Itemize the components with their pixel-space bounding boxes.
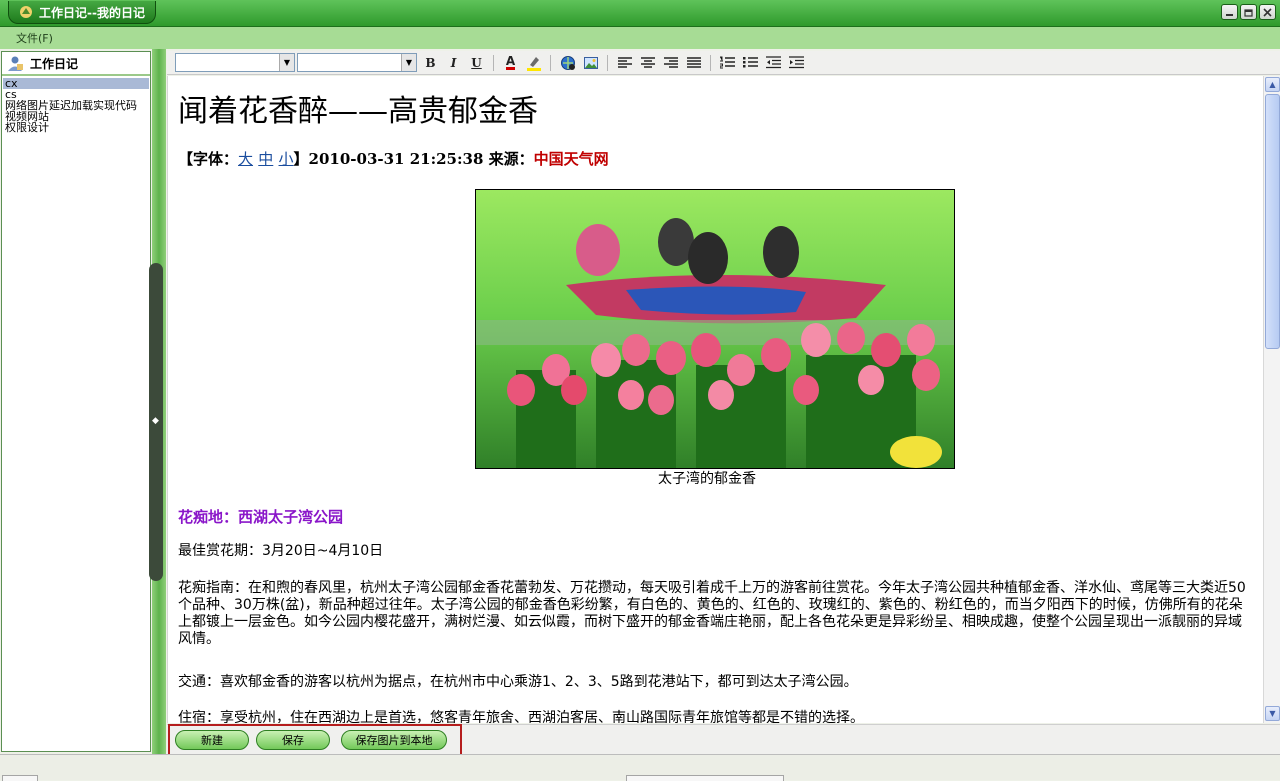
format-toolbar: ▼ ▼ B I U A — [167, 51, 1280, 75]
photo-caption: 太子湾的郁金香 — [658, 471, 756, 487]
action-bar: 新建 保存 保存图片到本地 — [167, 724, 1280, 756]
status-field-left — [2, 775, 38, 781]
indent-button[interactable] — [785, 53, 808, 73]
font-color-icon: A — [505, 54, 516, 70]
article-title: 闻着花香醉——高贵郁金香 — [178, 94, 538, 129]
indent-icon — [789, 56, 804, 69]
unordered-list-button[interactable] — [739, 53, 762, 73]
tree-item-cx[interactable]: cx — [3, 78, 149, 89]
rich-text-editor[interactable]: 闻着花香醉——高贵郁金香 【字体：大 中 小】2010-03-31 21:25:… — [167, 76, 1263, 723]
section-heading: 花痴地：西湖太子湾公园 — [178, 508, 344, 526]
panel-tab-diary[interactable]: 工作日记 — [2, 52, 150, 76]
tulip-photo — [475, 189, 955, 469]
tree-item-lazy-load[interactable]: 网络图片延迟加载实现代码 — [3, 100, 149, 111]
toolbar-separator — [607, 54, 608, 71]
toolbar-separator — [493, 54, 494, 71]
unordered-list-icon — [743, 57, 758, 68]
highlight-button[interactable] — [522, 53, 545, 73]
align-right-button[interactable] — [659, 53, 682, 73]
align-right-icon — [663, 56, 678, 68]
window-title: 工作日记--我的日记 — [39, 5, 145, 20]
font-size-small-link[interactable]: 小 — [279, 150, 294, 168]
chevron-down-icon[interactable]: ▼ — [279, 54, 294, 71]
meta-date: 】2010-03-31 21:25:38 来源： — [293, 150, 534, 168]
justify-icon — [686, 56, 701, 68]
link-icon — [560, 55, 575, 70]
image-icon — [583, 56, 598, 69]
title-bar: 工作日记--我的日记 — [0, 0, 1280, 27]
insert-image-button[interactable] — [579, 53, 602, 73]
link-button[interactable] — [556, 53, 579, 73]
font-size-medium-link[interactable]: 中 — [258, 150, 273, 168]
new-button[interactable]: 新建 — [175, 730, 249, 750]
splitter-arrow-icon[interactable]: ◆ — [152, 416, 159, 426]
font-size-select[interactable]: ▼ — [297, 53, 417, 72]
bold-button[interactable]: B — [419, 53, 442, 73]
justify-button[interactable] — [682, 53, 705, 73]
editor-scrollbar[interactable]: ▲ ▼ — [1263, 76, 1280, 723]
underline-icon: U — [471, 55, 482, 70]
close-icon[interactable] — [1259, 4, 1276, 20]
save-button[interactable]: 保存 — [256, 730, 330, 750]
tulip-photo-image — [476, 190, 954, 468]
bold-icon: B — [425, 55, 436, 70]
outdent-button[interactable] — [762, 53, 785, 73]
paragraph-guide: 花痴指南：在和煦的春风里，杭州太子湾公园郁金香花蕾勃发、万花攒动，每天吸引着成千… — [178, 580, 1246, 647]
save-images-button[interactable]: 保存图片到本地 — [341, 730, 447, 750]
tree-item-video-site[interactable]: 视频网站 — [3, 111, 149, 122]
font-color-button[interactable]: A — [499, 53, 522, 73]
chevron-down-icon[interactable]: ▼ — [401, 54, 416, 71]
window-title-tab: 工作日记--我的日记 — [8, 1, 156, 24]
tree-item-permission[interactable]: 权限设计 — [3, 122, 149, 133]
paragraph-lodging: 住宿：享受杭州，住在西湖边上是首选，悠客青年旅舍、西湖泊客居、南山路国际青年旅馆… — [178, 710, 864, 723]
article-meta: 【字体：大 中 小】2010-03-31 21:25:38 来源：中国天气网 — [178, 148, 609, 169]
align-center-button[interactable] — [636, 53, 659, 73]
toolbar-separator — [710, 54, 711, 71]
tree-item-cs[interactable]: cs — [3, 89, 149, 100]
menu-file[interactable]: 文件(F) — [16, 30, 53, 46]
outdent-icon — [766, 56, 781, 69]
align-center-icon — [640, 56, 655, 68]
scrollbar-thumb[interactable] — [1265, 94, 1280, 349]
restore-icon[interactable] — [1240, 4, 1257, 20]
paragraph-best-period: 最佳赏花期：3月20日~4月10日 — [178, 543, 384, 559]
menu-bar: 文件(F) — [0, 27, 1280, 49]
italic-button[interactable]: I — [442, 53, 465, 73]
status-bar — [0, 754, 1280, 781]
diary-tree: cx cs 网络图片延迟加载实现代码 视频网站 权限设计 — [3, 78, 149, 133]
font-size-large-link[interactable]: 大 — [238, 150, 253, 168]
scroll-up-icon[interactable]: ▲ — [1265, 77, 1280, 92]
toolbar-separator — [550, 54, 551, 71]
panel-tab-label: 工作日记 — [30, 56, 79, 71]
align-left-button[interactable] — [613, 53, 636, 73]
italic-icon: I — [450, 55, 457, 70]
underline-button[interactable]: U — [465, 53, 488, 73]
diary-list-panel: 工作日记 cx cs 网络图片延迟加载实现代码 视频网站 权限设计 — [1, 51, 151, 752]
align-left-icon — [617, 56, 632, 68]
font-family-select[interactable]: ▼ — [175, 53, 295, 72]
user-icon — [8, 56, 23, 71]
highlight-icon — [526, 56, 541, 71]
source-link[interactable]: 中国天气网 — [534, 150, 609, 168]
status-field-middle — [626, 775, 784, 781]
scroll-down-icon[interactable]: ▼ — [1265, 706, 1280, 721]
paragraph-transport: 交通：喜欢郁金香的游客以杭州为据点，在杭州市中心乘游1、2、3、5路到花港站下，… — [178, 674, 858, 690]
minimize-icon[interactable] — [1221, 4, 1238, 20]
app-logo-icon — [20, 6, 32, 18]
ordered-list-button[interactable] — [716, 53, 739, 73]
meta-prefix: 【字体： — [178, 150, 239, 168]
ordered-list-icon — [720, 56, 735, 69]
